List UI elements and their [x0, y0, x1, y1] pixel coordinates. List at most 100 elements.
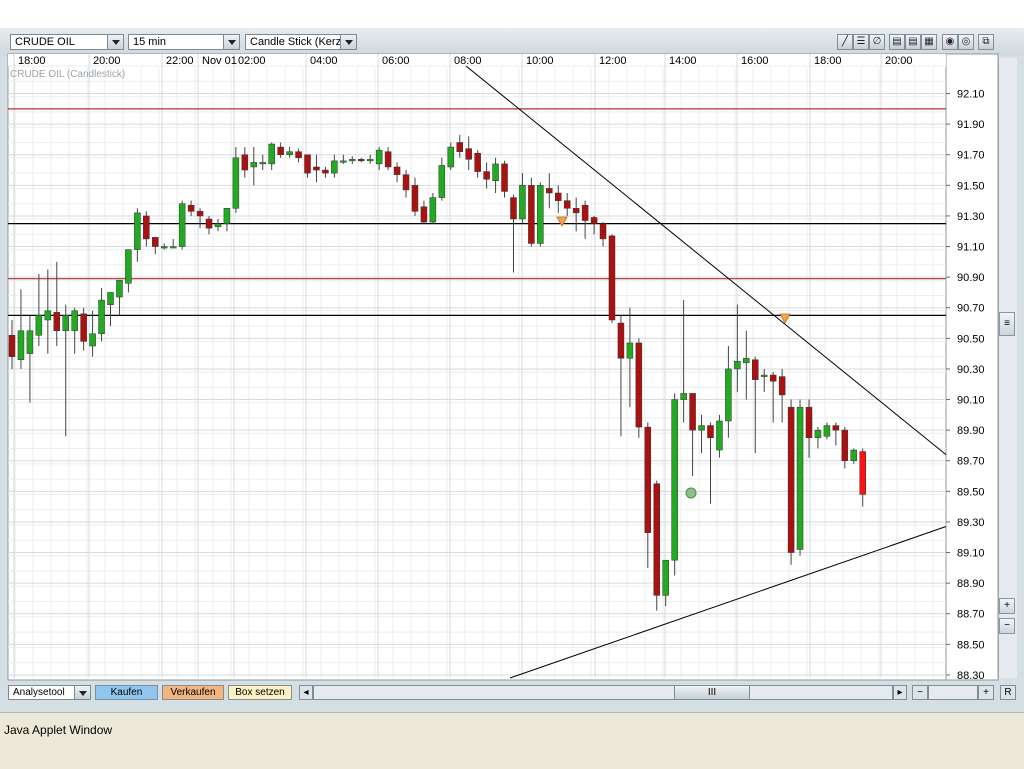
sell-button[interactable]: Verkaufen	[162, 685, 224, 700]
candle-body[interactable]	[53, 312, 61, 331]
candle-body[interactable]	[653, 483, 661, 596]
candle-body[interactable]	[769, 374, 777, 382]
candle-body[interactable]	[778, 376, 786, 396]
candle-body[interactable]	[492, 163, 499, 181]
candle-body[interactable]	[787, 406, 795, 553]
candle-body[interactable]	[89, 333, 96, 347]
candle-body[interactable]	[322, 169, 329, 174]
candle-body[interactable]	[8, 335, 16, 357]
scroll-right-button[interactable]: ▸	[893, 685, 907, 700]
candle-body[interactable]	[134, 212, 141, 250]
candle-body[interactable]	[501, 163, 508, 192]
zoom-in-button[interactable]: +	[978, 685, 994, 700]
candlestick-chart[interactable]: 18:00 20:00 22:00 Nov 01 02:00 04:00 06:00 08:0…	[0, 0, 1024, 768]
candle-body[interactable]	[537, 185, 544, 244]
candle-body[interactable]	[689, 393, 696, 431]
candle-body[interactable]	[823, 425, 831, 437]
candle-body[interactable]	[546, 188, 553, 194]
candle-body[interactable]	[62, 315, 69, 331]
set-box-button[interactable]: Box setzen	[228, 685, 292, 700]
candle-body[interactable]	[268, 143, 275, 165]
candle-body[interactable]	[608, 235, 616, 321]
zoom-in-icon[interactable]: +	[999, 598, 1015, 614]
candle-body[interactable]	[483, 171, 490, 180]
candle-body[interactable]	[44, 310, 52, 321]
candle-body[interactable]	[143, 215, 150, 240]
reset-button[interactable]: R	[1000, 685, 1016, 700]
candle-body[interactable]	[187, 204, 195, 212]
horizontal-scroll-thumb[interactable]: III	[674, 685, 750, 700]
candle-body[interactable]	[698, 425, 705, 431]
candle-body[interactable]	[617, 322, 625, 359]
candle-body[interactable]	[349, 159, 356, 162]
candle-body[interactable]	[752, 359, 759, 380]
candle-body[interactable]	[411, 185, 419, 212]
candle-body[interactable]	[35, 315, 43, 336]
zoom-out-button[interactable]: −	[912, 685, 928, 700]
candle-body[interactable]	[160, 246, 168, 249]
buy-button[interactable]: Kaufen	[95, 685, 158, 700]
candle-body[interactable]	[331, 160, 338, 174]
candle-body[interactable]	[590, 217, 598, 224]
candle-body[interactable]	[295, 151, 302, 159]
analysetool-select[interactable]: Analysetool	[8, 685, 91, 700]
candle-body[interactable]	[169, 246, 177, 249]
candle-body[interactable]	[178, 203, 186, 247]
candle-body[interactable]	[393, 166, 401, 175]
candle-body[interactable]	[340, 160, 347, 163]
candle-body[interactable]	[805, 406, 813, 439]
candle-body[interactable]	[447, 146, 455, 168]
candle-body[interactable]	[357, 159, 365, 162]
candle-body[interactable]	[635, 342, 643, 428]
candle-body[interactable]	[98, 299, 105, 334]
candle-body[interactable]	[375, 149, 383, 165]
candle-body[interactable]	[662, 559, 669, 596]
candle-body[interactable]	[205, 218, 213, 229]
scroll-thumb[interactable]: ≡	[999, 312, 1015, 336]
candle-body[interactable]	[510, 197, 517, 220]
candle-body[interactable]	[572, 208, 580, 214]
scroll-left-button[interactable]: ◂	[299, 685, 313, 700]
candle-body[interactable]	[214, 223, 222, 227]
candle-body[interactable]	[760, 374, 768, 377]
candle-body[interactable]	[841, 429, 849, 461]
zoom-slider[interactable]	[928, 685, 978, 700]
candle-body[interactable]	[116, 279, 123, 298]
candle-body[interactable]	[17, 330, 25, 361]
candle-body[interactable]	[241, 154, 249, 171]
candle-body[interactable]	[519, 185, 526, 220]
candle-body[interactable]	[859, 451, 866, 495]
candle-body[interactable]	[429, 197, 437, 223]
candle-body[interactable]	[796, 406, 804, 550]
candle-body[interactable]	[250, 162, 258, 168]
candle-body[interactable]	[232, 157, 240, 209]
candle-body[interactable]	[125, 249, 132, 284]
chevron-down-icon[interactable]	[74, 686, 90, 699]
candle-body[interactable]	[528, 185, 535, 244]
candle-body[interactable]	[304, 154, 311, 174]
candle-body[interactable]	[107, 292, 114, 305]
candle-body[interactable]	[456, 142, 463, 152]
candle-body[interactable]	[707, 425, 714, 439]
candle-body[interactable]	[277, 146, 284, 155]
candle-body[interactable]	[814, 429, 822, 439]
candle-body[interactable]	[734, 361, 741, 370]
candle-body[interactable]	[80, 313, 87, 342]
candle-body[interactable]	[366, 159, 374, 162]
zoom-out-icon[interactable]: −	[999, 618, 1015, 634]
candle-body[interactable]	[223, 208, 231, 224]
candle-body[interactable]	[26, 330, 34, 354]
candle-body[interactable]	[71, 310, 78, 331]
candle-body[interactable]	[286, 151, 293, 155]
candle-body[interactable]	[581, 204, 589, 221]
candle-body[interactable]	[626, 342, 634, 359]
candle-body[interactable]	[563, 200, 571, 209]
candle-body[interactable]	[384, 151, 392, 168]
candle-body[interactable]	[555, 192, 562, 201]
candle-body[interactable]	[152, 237, 159, 247]
candle-body[interactable]	[725, 368, 732, 422]
candle-body[interactable]	[420, 206, 428, 223]
candle-body[interactable]	[850, 449, 858, 461]
candle-body[interactable]	[644, 426, 652, 533]
candle-body[interactable]	[680, 393, 687, 400]
